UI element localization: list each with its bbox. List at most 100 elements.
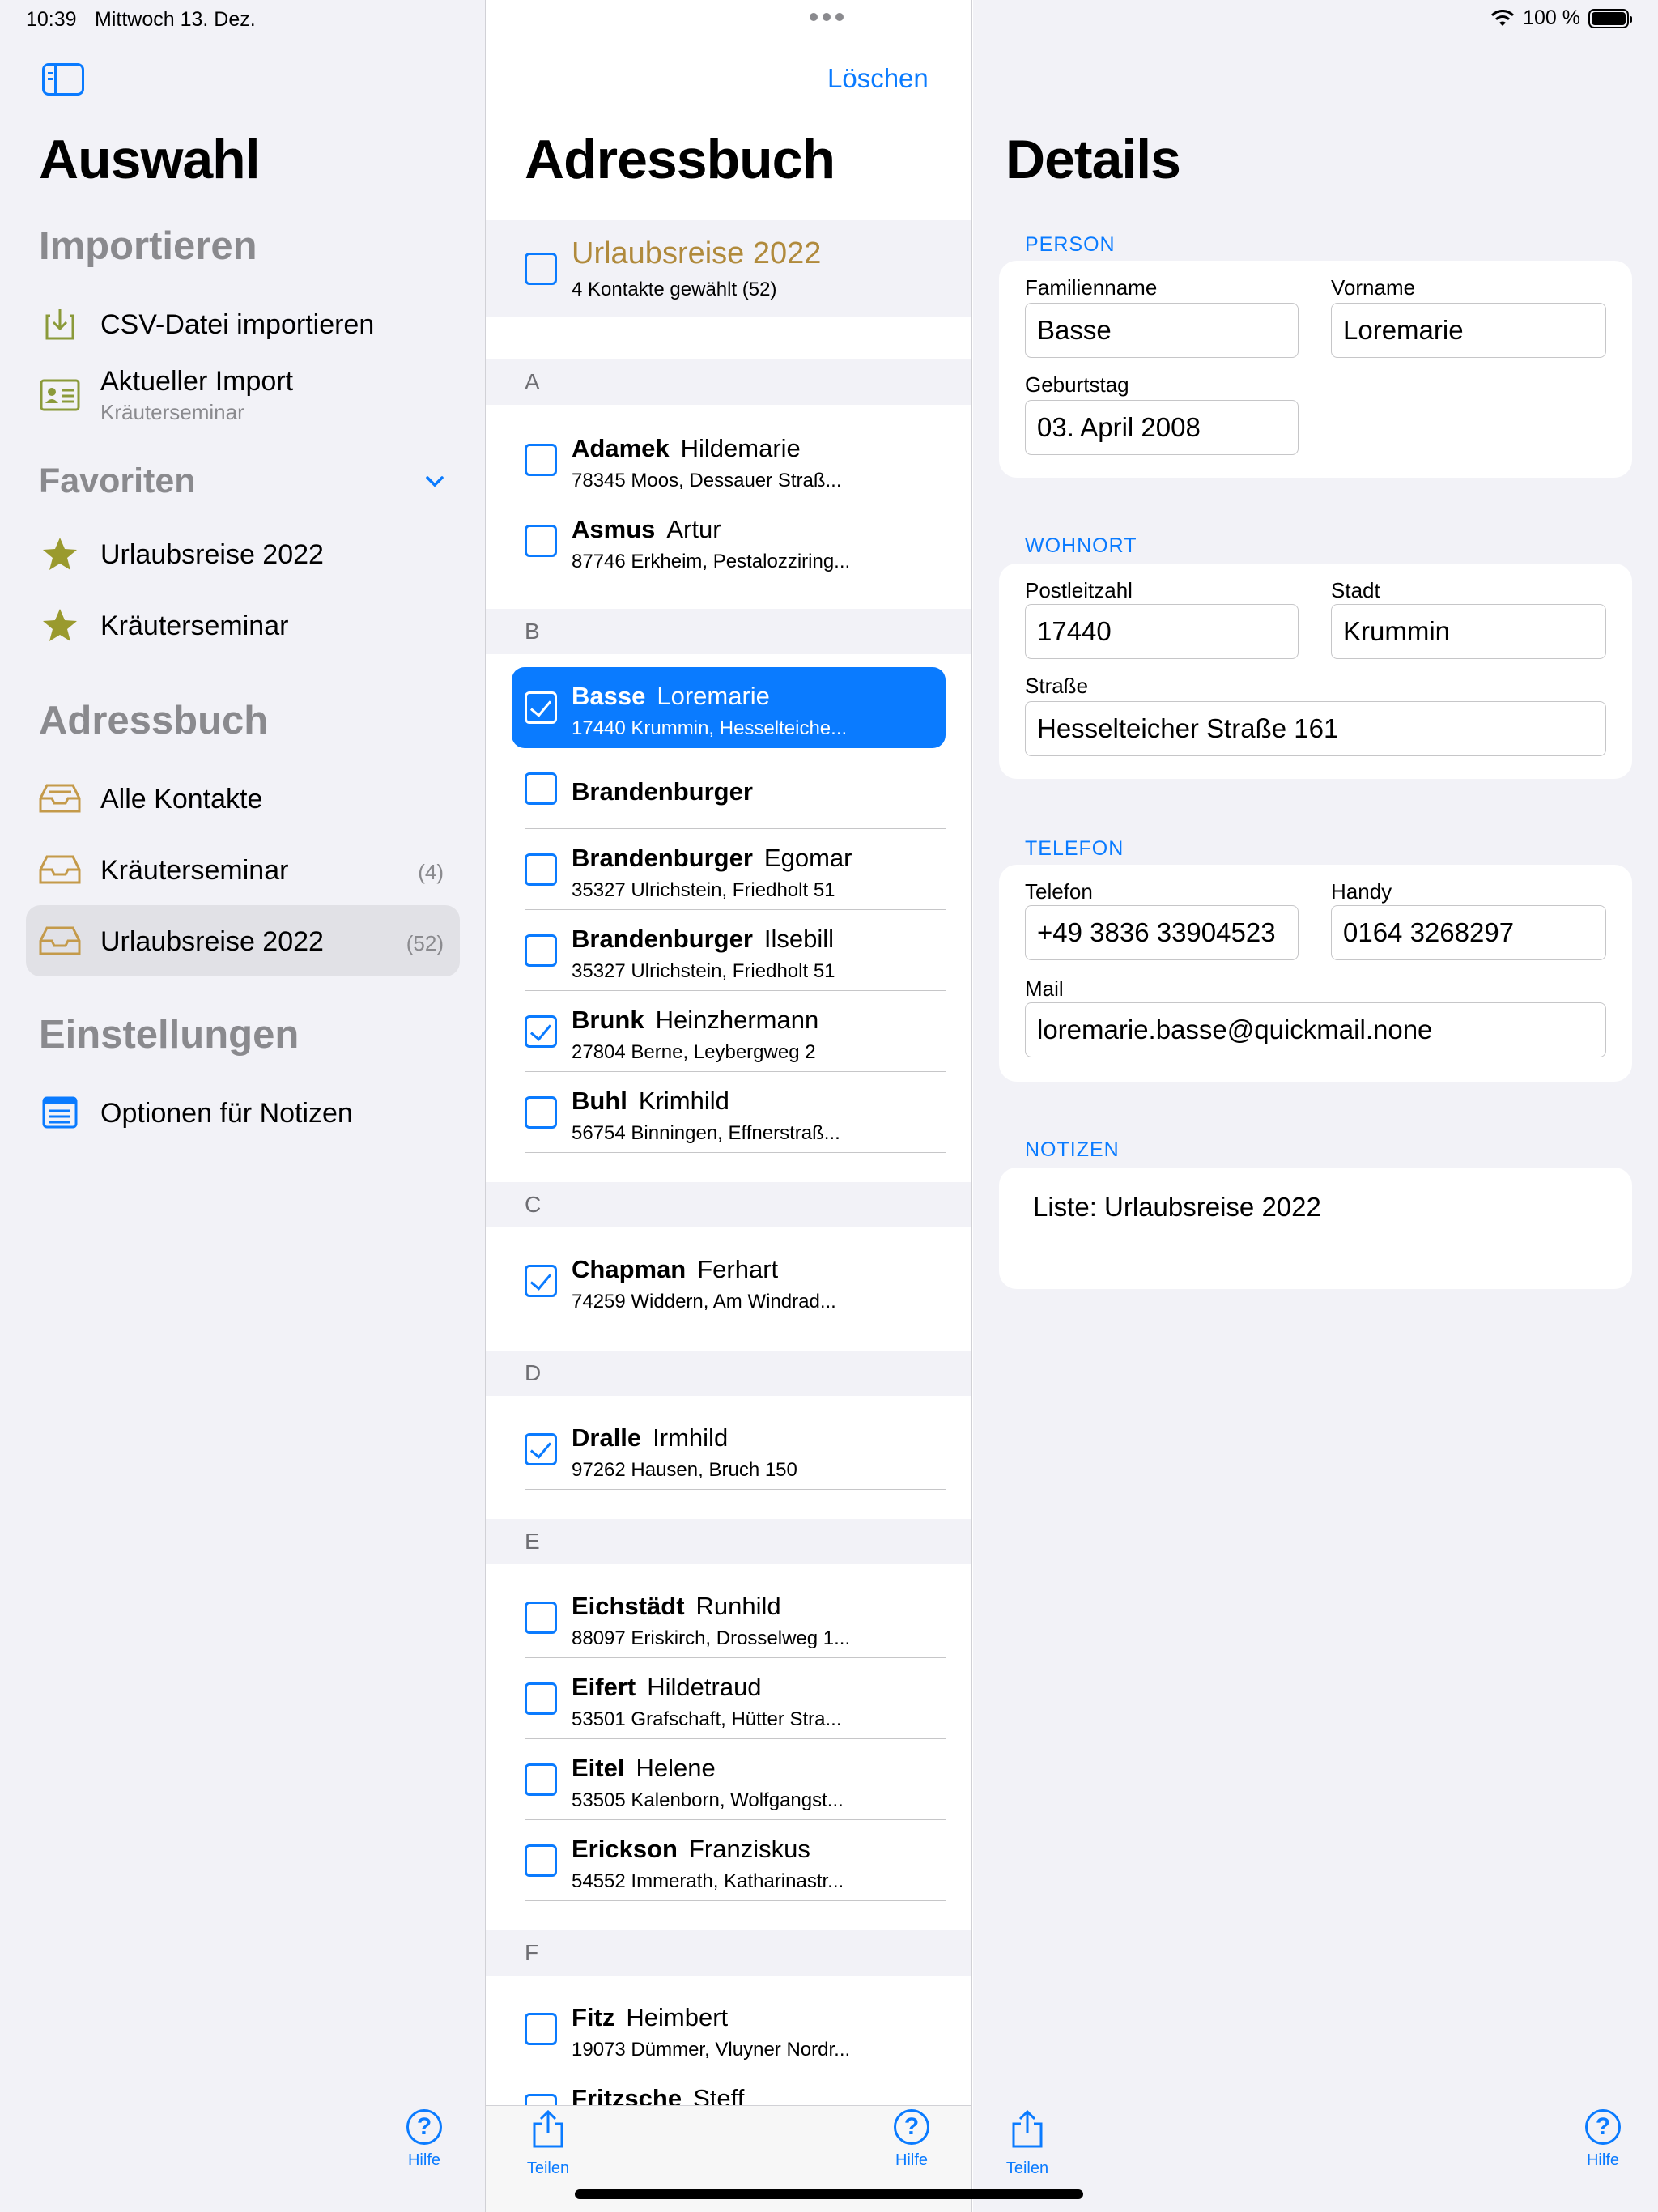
contact-checkbox[interactable] — [525, 2013, 557, 2045]
help-button[interactable]: ? Hilfe — [392, 2109, 457, 2170]
sidebar-item-urlaubsreise[interactable]: Urlaubsreise 2022 (52) — [26, 905, 460, 976]
sidebar-item-note-options[interactable]: Optionen für Notizen — [26, 1077, 460, 1148]
contact-checkbox[interactable] — [525, 1602, 557, 1634]
contact-checkbox[interactable] — [525, 525, 557, 557]
contact-checkbox[interactable] — [525, 1015, 557, 1048]
share-button[interactable]: Teilen — [516, 2109, 580, 2178]
contact-row[interactable]: Adamek Hildemarie 78345 Moos, Dessauer St… — [486, 419, 971, 500]
section-header-e: E — [486, 1519, 971, 1564]
share-label: Teilen — [526, 2159, 570, 2177]
tray-icon — [39, 852, 81, 887]
sidebar-item-csv-import[interactable]: CSV-Datei importieren — [26, 288, 460, 359]
sidebar-item-favorite-urlaubsreise[interactable]: Urlaubsreise 2022 — [26, 518, 460, 589]
mail-label: Mail — [1025, 976, 1064, 1001]
contact-row[interactable]: Fitz Heimbert 19073 Dümmer, Vluyner Nordr… — [486, 1989, 971, 2069]
help-icon: ? — [1585, 2109, 1621, 2145]
contact-checkbox[interactable] — [525, 691, 557, 724]
tray-icon — [39, 781, 81, 816]
contact-row[interactable]: Eitel Helene 53505 Kalenborn, Wolfgangst.… — [486, 1739, 971, 1820]
sidebar: Auswahl Importieren CSV-Datei importiere… — [0, 0, 486, 2212]
status-date: Mittwoch 13. Dez. — [95, 8, 256, 31]
notes-text[interactable]: Liste: Urlaubsreise 2022 — [1033, 1192, 1321, 1223]
contact-address: 87746 Erkheim, Pestalozziring... — [572, 551, 851, 572]
birthday-label: Geburtstag — [1025, 372, 1129, 397]
status-time: 10:39 — [26, 8, 77, 31]
sidebar-item-favorite-kraeuterseminar[interactable]: Kräuterseminar — [26, 589, 460, 661]
sidebar-item-all-contacts[interactable]: Alle Kontakte — [26, 763, 460, 834]
firstname-label: Vorname — [1331, 275, 1416, 300]
contact-checkbox[interactable] — [525, 934, 557, 967]
help-button[interactable]: ? Hilfe — [879, 2109, 944, 2170]
help-label: Hilfe — [407, 2151, 440, 2169]
group-checkbox[interactable] — [525, 253, 557, 285]
sidebar-item-kraeuterseminar[interactable]: Kräuterseminar (4) — [26, 834, 460, 905]
contact-checkbox[interactable] — [525, 1682, 557, 1715]
contact-checkbox[interactable] — [525, 1265, 557, 1297]
city-field[interactable]: Krummin — [1331, 604, 1606, 659]
mobile-field[interactable]: 0164 3268297 — [1331, 905, 1606, 960]
mobile-label: Handy — [1331, 879, 1392, 904]
sidebar-item-sublabel: Kräuterseminar — [100, 400, 244, 424]
group-header-row[interactable]: Urlaubsreise 2022 4 Kontakte gewählt (52… — [486, 220, 971, 317]
share-icon — [533, 2109, 563, 2148]
firstname-field[interactable]: Loremarie — [1331, 303, 1606, 358]
import-header: Importieren — [39, 224, 257, 268]
contact-address: 19073 Dümmer, Vluyner Nordr... — [572, 2039, 851, 2061]
contact-checkbox[interactable] — [525, 1096, 557, 1129]
contact-row[interactable]: Brandenburger Ilsebill 35327 Ulrichstein,… — [486, 910, 971, 991]
home-indicator[interactable] — [575, 2189, 1083, 2199]
contact-row-selected[interactable]: Basse Loremarie 17440 Krummin, Hesselteic… — [512, 667, 946, 748]
status-bar: 10:39 Mittwoch 13. Dez. 100 % — [0, 0, 1658, 37]
help-icon: ? — [406, 2109, 442, 2145]
phone-field[interactable]: +49 3836 33904523 — [1025, 905, 1299, 960]
notes-card[interactable] — [999, 1168, 1632, 1289]
contact-row[interactable]: Dralle Irmhild 97262 Hausen, Bruch 150 — [486, 1409, 971, 1490]
person-section-header: PERSON — [1025, 233, 1116, 256]
contact-checkbox[interactable] — [525, 444, 557, 476]
sidebar-item-count: (52) — [406, 931, 444, 955]
battery-icon — [1588, 8, 1632, 28]
sidebar-item-current-import[interactable]: Aktueller Import Kräuterseminar — [26, 359, 460, 434]
contact-row[interactable]: Eifert Hildetraud 53501 Grafschaft, Hütte… — [486, 1658, 971, 1739]
chevron-down-icon[interactable] — [424, 471, 445, 492]
zip-field[interactable]: 17440 — [1025, 604, 1299, 659]
contact-address: 35327 Ulrichstein, Friedholt 51 — [572, 879, 835, 901]
sidebar-toggle-icon[interactable] — [42, 63, 84, 96]
contact-checkbox[interactable] — [525, 853, 557, 886]
birthday-field[interactable]: 03. April 2008 — [1025, 400, 1299, 455]
contact-address: 53505 Kalenborn, Wolfgangst... — [572, 1789, 844, 1811]
contact-row[interactable]: Asmus Artur 87746 Erkheim, Pestalozziring… — [486, 500, 971, 581]
contact-row[interactable]: Brandenburger Egomar 35327 Ulrichstein, F… — [486, 829, 971, 910]
contact-row[interactable]: Chapman Ferhart 74259 Widdern, Am Windrad… — [486, 1240, 971, 1321]
share-label: Teilen — [1005, 2159, 1049, 2177]
contact-checkbox[interactable] — [525, 1433, 557, 1465]
star-icon — [39, 607, 81, 643]
share-button[interactable]: Teilen — [995, 2109, 1060, 2178]
contact-address: 56754 Binningen, Effnerstraß... — [572, 1122, 840, 1144]
favorites-header: Favoriten — [39, 462, 196, 500]
contact-row[interactable]: Buhl Krimhild 56754 Binningen, Effnerstra… — [486, 1072, 971, 1153]
contact-row[interactable]: Brandenburger — [486, 748, 971, 829]
share-icon — [1012, 2109, 1043, 2148]
zip-label: Postleitzahl — [1025, 578, 1133, 602]
contact-address: 88097 Eriskirch, Drosselweg 1... — [572, 1627, 851, 1649]
contact-checkbox[interactable] — [525, 1844, 557, 1877]
residence-section-header: WOHNORT — [1025, 534, 1137, 557]
contact-row[interactable]: Eichstädt Runhild 88097 Eriskirch, Drosse… — [486, 1577, 971, 1658]
sidebar-item-count: (4) — [418, 860, 444, 884]
contact-address: 78345 Moos, Dessauer Straß... — [572, 470, 842, 491]
contact-address: 17440 Krummin, Hesselteiche... — [572, 717, 848, 739]
contact-checkbox[interactable] — [525, 772, 557, 805]
contact-row[interactable]: Brunk Heinzhermann 27804 Berne, Leybergwe… — [486, 991, 971, 1072]
sidebar-title: Auswahl — [39, 129, 261, 190]
mail-field[interactable]: loremarie.basse@quickmail.none — [1025, 1002, 1606, 1057]
contact-checkbox[interactable] — [525, 1763, 557, 1796]
section-header-d: D — [486, 1351, 971, 1396]
tray-icon — [39, 923, 81, 959]
notes-section-header: NOTIZEN — [1025, 1138, 1120, 1161]
delete-button[interactable]: Löschen — [827, 63, 929, 94]
contact-row[interactable]: Erickson Franziskus 54552 Immerath, Katha… — [486, 1820, 971, 1901]
lastname-field[interactable]: Basse — [1025, 303, 1299, 358]
help-button[interactable]: ? Hilfe — [1571, 2109, 1635, 2170]
street-field[interactable]: Hesselteicher Straße 161 — [1025, 701, 1606, 756]
